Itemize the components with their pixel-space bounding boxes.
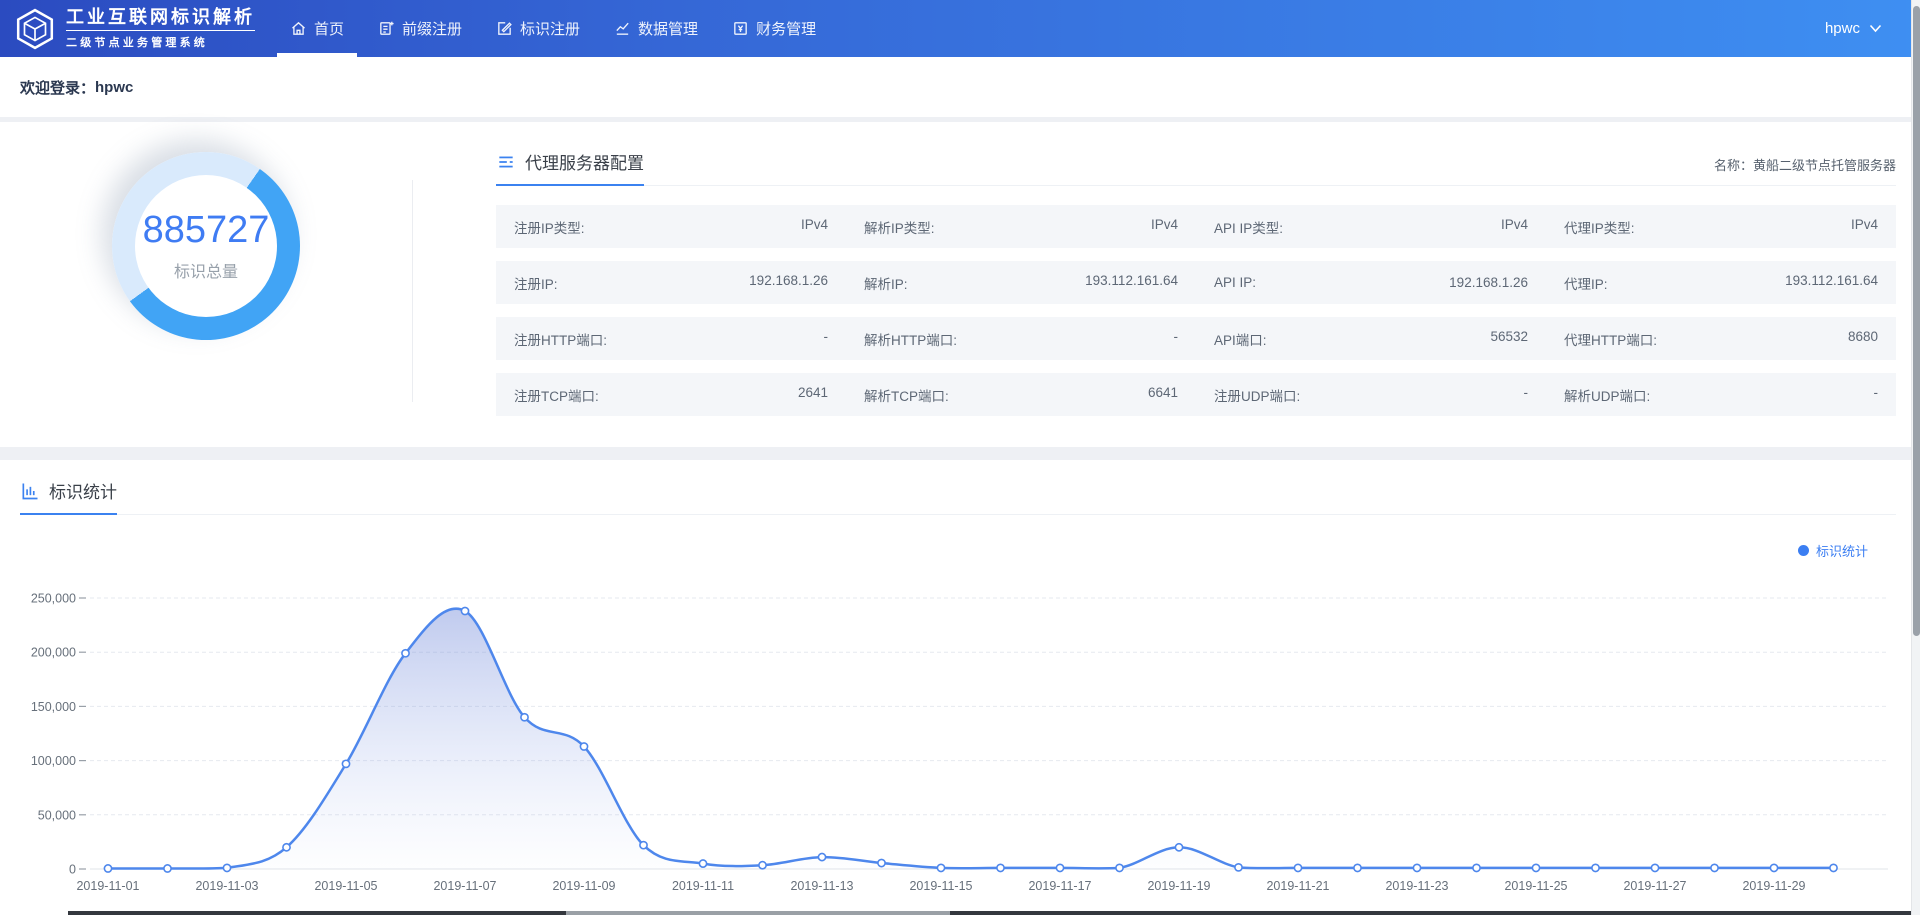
- svg-text:200,000: 200,000: [31, 646, 76, 660]
- config-cell: API IP:192.168.1.26: [1196, 275, 1546, 290]
- svg-text:2019-11-01: 2019-11-01: [76, 879, 139, 893]
- welcome-username: hpwc: [95, 79, 133, 96]
- table-row: 注册HTTP端口:- 解析HTTP端口:- API端口:56532 代理HTTP…: [496, 317, 1896, 360]
- svg-text:2019-11-03: 2019-11-03: [195, 879, 258, 893]
- nav-item-label: 财务管理: [756, 18, 816, 39]
- svg-text:2019-11-11: 2019-11-11: [672, 879, 734, 893]
- config-cell: 注册IP类型:IPv4: [496, 217, 846, 237]
- config-cell: 解析IP:193.112.161.64: [846, 273, 1196, 293]
- total-identifier-label: 标识总量: [174, 258, 238, 282]
- overview-card: 885727 标识总量 代理服务器配置 名称：黄船二级节点托管服务器 注册IP类…: [0, 122, 1920, 447]
- nav-item-home[interactable]: 首页: [273, 0, 361, 57]
- chevron-down-icon: [1869, 24, 1882, 33]
- statistics-title-wrap: 标识统计: [20, 478, 117, 515]
- bottom-edge-strip: [68, 911, 1920, 915]
- config-cell: 解析IP类型:IPv4: [846, 217, 1196, 237]
- proxy-config-table: 注册IP类型:IPv4 解析IP类型:IPv4 API IP类型:IPv4 代理…: [496, 205, 1896, 416]
- svg-text:2019-11-15: 2019-11-15: [909, 879, 972, 893]
- proxy-config-header: 代理服务器配置 名称：黄船二级节点托管服务器: [496, 149, 1896, 186]
- server-config-icon: [496, 152, 516, 172]
- app-logo: 工业互联网标识解析 二级节点业务管理系统: [0, 0, 273, 57]
- top-navbar: 工业互联网标识解析 二级节点业务管理系统 首页 前缀注册 标识注册: [0, 0, 1920, 57]
- statistics-card: 标识统计 标识统计 0 50,000 100,000 150,000 200,000 25…: [0, 460, 1920, 915]
- chart-legend: 标识统计: [0, 540, 1920, 560]
- proxy-config-title-wrap: 代理服务器配置: [496, 149, 644, 186]
- line-chart-svg: 0 50,000 100,000 150,000 200,000 250,000 2019-…: [0, 562, 1920, 897]
- svg-text:2019-11-07: 2019-11-07: [433, 879, 496, 893]
- legend-label: 标识统计: [1816, 541, 1868, 560]
- server-name: 名称：黄船二级节点托管服务器: [1714, 155, 1896, 185]
- nav-item-label: 首页: [314, 18, 344, 39]
- svg-text:2019-11-29: 2019-11-29: [1742, 879, 1805, 893]
- nav-item-id-register[interactable]: 标识注册: [479, 0, 597, 57]
- svg-text:2019-11-13: 2019-11-13: [790, 879, 853, 893]
- config-cell: 解析HTTP端口:-: [846, 329, 1196, 349]
- total-identifier-value: 885727: [143, 210, 270, 252]
- total-identifier-panel: 885727 标识总量: [0, 122, 412, 447]
- svg-text:2019-11-17: 2019-11-17: [1028, 879, 1091, 893]
- id-register-icon: [496, 20, 513, 37]
- svg-text:100,000: 100,000: [31, 754, 76, 768]
- table-row: 注册TCP端口:2641 解析TCP端口:6641 注册UDP端口:- 解析UD…: [496, 373, 1896, 416]
- nav-item-label: 数据管理: [638, 18, 698, 39]
- nav-item-label: 前缀注册: [402, 18, 462, 39]
- statistics-title: 标识统计: [49, 478, 117, 503]
- config-cell: 代理IP:193.112.161.64: [1546, 273, 1896, 293]
- table-row: 注册IP:192.168.1.26 解析IP:193.112.161.64 AP…: [496, 261, 1896, 304]
- config-cell: 代理IP类型:IPv4: [1546, 217, 1896, 237]
- svg-text:2019-11-23: 2019-11-23: [1385, 879, 1448, 893]
- config-cell: 注册IP:192.168.1.26: [496, 273, 846, 293]
- config-cell: API端口:56532: [1196, 329, 1546, 349]
- svg-text:2019-11-19: 2019-11-19: [1147, 879, 1210, 893]
- svg-text:2019-11-27: 2019-11-27: [1623, 879, 1686, 893]
- username: hpwc: [1825, 20, 1860, 37]
- server-name-label: 名称：: [1714, 158, 1753, 173]
- config-cell: 解析UDP端口:-: [1546, 385, 1896, 405]
- proxy-config-title: 代理服务器配置: [525, 149, 644, 174]
- config-cell: 注册UDP端口:-: [1196, 385, 1546, 405]
- config-cell: 代理HTTP端口:8680: [1546, 329, 1896, 349]
- config-cell: API IP类型:IPv4: [1196, 217, 1546, 237]
- svg-text:2019-11-05: 2019-11-05: [314, 879, 377, 893]
- bar-chart-icon: [20, 481, 40, 501]
- prefix-register-icon: [378, 20, 395, 37]
- config-cell: 注册HTTP端口:-: [496, 329, 846, 349]
- legend-dot-icon: [1798, 545, 1809, 556]
- svg-text:2019-11-21: 2019-11-21: [1266, 879, 1329, 893]
- nav-item-label: 标识注册: [520, 18, 580, 39]
- proxy-config-panel: 代理服务器配置 名称：黄船二级节点托管服务器 注册IP类型:IPv4 解析IP类…: [413, 122, 1920, 447]
- svg-text:250,000: 250,000: [31, 592, 76, 606]
- home-icon: [290, 20, 307, 37]
- svg-text:2019-11-25: 2019-11-25: [1504, 879, 1567, 893]
- data-management-icon: [614, 20, 631, 37]
- table-row: 注册IP类型:IPv4 解析IP类型:IPv4 API IP类型:IPv4 代理…: [496, 205, 1896, 248]
- server-name-value: 黄船二级节点托管服务器: [1753, 158, 1896, 173]
- legend-item[interactable]: 标识统计: [1798, 540, 1868, 560]
- svg-text:2019-11-09: 2019-11-09: [552, 879, 615, 893]
- nav-item-prefix-register[interactable]: 前缀注册: [361, 0, 479, 57]
- scrollbar-thumb[interactable]: [1913, 6, 1920, 636]
- config-cell: 解析TCP端口:6641: [846, 385, 1196, 405]
- statistics-header: 标识统计: [20, 478, 1896, 515]
- welcome-bar: 欢迎登录： hpwc: [0, 57, 1920, 117]
- welcome-label: 欢迎登录：: [20, 77, 95, 98]
- config-cell: 注册TCP端口:2641: [496, 385, 846, 405]
- app-title: 工业互联网标识解析: [66, 8, 255, 31]
- nav-item-data-management[interactable]: 数据管理: [597, 0, 715, 57]
- svg-text:0: 0: [69, 863, 76, 877]
- svg-text:50,000: 50,000: [38, 808, 76, 822]
- bottom-edge-thumb: [566, 911, 950, 915]
- cube-logo-icon: [14, 8, 56, 50]
- user-menu[interactable]: hpwc: [1825, 0, 1920, 57]
- line-chart: 0 50,000 100,000 150,000 200,000 250,000 2019-…: [0, 562, 1920, 897]
- scrollbar-track[interactable]: [1911, 0, 1920, 915]
- total-identifier-donut: 885727 标识总量: [112, 152, 300, 340]
- svg-text:150,000: 150,000: [31, 700, 76, 714]
- finance-icon: [732, 20, 749, 37]
- app-subtitle: 二级节点业务管理系统: [66, 34, 255, 50]
- main-menu: 首页 前缀注册 标识注册 数据管理 财务管理: [273, 0, 833, 57]
- nav-item-finance[interactable]: 财务管理: [715, 0, 833, 57]
